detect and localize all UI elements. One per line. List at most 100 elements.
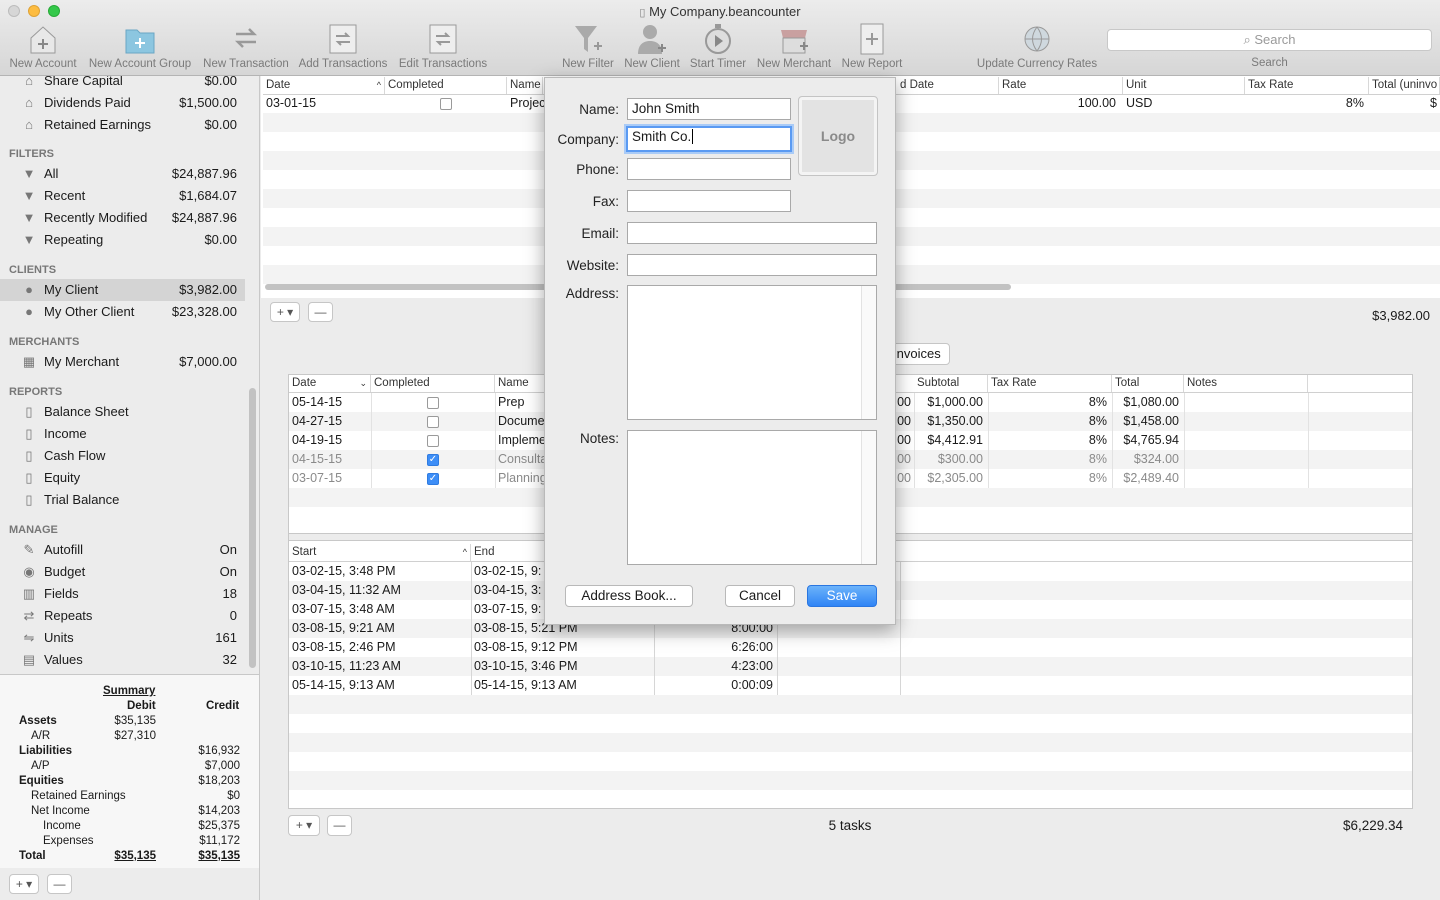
search-field[interactable]: ⌕ Search xyxy=(1107,29,1432,51)
col-task-total[interactable]: Total xyxy=(1112,375,1184,392)
start-timer-button[interactable]: Start Timer xyxy=(686,22,750,70)
summary-label: Total xyxy=(19,850,46,862)
notes-textarea[interactable] xyxy=(627,430,877,565)
cell-name: Impleme xyxy=(498,433,545,447)
completed-checkbox[interactable] xyxy=(440,98,452,110)
summary-credit: $25,375 xyxy=(198,820,240,832)
repeats-icon: ⇄ xyxy=(23,608,35,623)
add-transactions-button[interactable]: Add Transactions xyxy=(296,22,390,70)
summary-credit: $14,203 xyxy=(198,805,240,817)
new-merchant-button[interactable]: New Merchant xyxy=(754,22,834,70)
address-label: Address: xyxy=(565,286,619,301)
sidebar-item-values[interactable]: ▤ Values 32 xyxy=(0,649,245,671)
cancel-button[interactable]: Cancel xyxy=(725,585,795,607)
col-unit[interactable]: Unit xyxy=(1123,77,1245,94)
summary-label: Retained Earnings xyxy=(31,790,126,802)
completed-checkbox[interactable] xyxy=(427,397,439,409)
sidebar-item-autofill[interactable]: ✎ Autofill On xyxy=(0,539,245,561)
address-book-button[interactable]: Address Book... xyxy=(565,585,693,607)
col-total-uninvoiced[interactable]: Total (uninvo xyxy=(1369,77,1440,94)
sidebar-item-recent[interactable]: ▼ Recent $1,684.07 xyxy=(0,185,245,207)
cell-tax-rate: 8% xyxy=(1088,452,1107,466)
logo-well[interactable]: Logo xyxy=(798,96,878,176)
address-textarea[interactable] xyxy=(627,285,877,420)
completed-checkbox[interactable] xyxy=(427,435,439,447)
sidebar-item-repeating[interactable]: ▼ Repeating $0.00 xyxy=(0,229,245,251)
summary-credit: $35,135 xyxy=(198,850,240,862)
sidebar-item-repeats[interactable]: ⇄ Repeats 0 xyxy=(0,605,245,627)
col-subtotal[interactable]: Subtotal xyxy=(914,375,988,392)
new-account-group-button[interactable]: New Account Group xyxy=(86,22,194,70)
sidebar-item-equity[interactable]: ▯ Equity xyxy=(0,467,245,489)
sidebar-item-my-client[interactable]: ● My Client $3,982.00 xyxy=(0,279,245,301)
sidebar-item-fields[interactable]: ▥ Fields 18 xyxy=(0,583,245,605)
notes-label: Notes: xyxy=(579,431,619,446)
new-transaction-button[interactable]: New Transaction xyxy=(200,22,292,70)
name-field[interactable]: John Smith xyxy=(627,98,791,120)
add-item-button[interactable]: + ▾ xyxy=(9,874,39,894)
reports-header: REPORTS xyxy=(9,386,63,398)
add-transactions-icon xyxy=(329,24,357,54)
company-field[interactable]: Smith Co. xyxy=(626,126,792,152)
col-tax-rate[interactable]: Tax Rate xyxy=(1245,77,1369,94)
col-task-completed[interactable]: Completed xyxy=(371,375,495,392)
completed-checkbox[interactable]: ✓ xyxy=(427,473,439,485)
sidebar-scrollbar[interactable] xyxy=(249,388,256,668)
new-report-button[interactable]: New Report xyxy=(838,22,906,70)
sidebar-item-my-merchant[interactable]: ▦ My Merchant $7,000.00 xyxy=(0,351,245,373)
sidebar-item-recently-modified[interactable]: ▼ Recently Modified $24,887.96 xyxy=(0,207,245,229)
sidebar-item-all[interactable]: ▼ All $24,887.96 xyxy=(0,163,245,185)
add-task-button[interactable]: + ▾ xyxy=(288,815,320,836)
completed-checkbox[interactable]: ✓ xyxy=(427,454,439,466)
cell-start: 03-08-15, 2:46 PM xyxy=(292,640,396,654)
filter-icon: ▼ xyxy=(22,210,36,225)
col-notes[interactable]: Notes xyxy=(1184,375,1308,392)
sidebar-item-share-capital[interactable]: ⌂ Share Capital $0.00 xyxy=(0,76,245,92)
new-account-button[interactable]: New Account xyxy=(8,22,78,70)
cell-start: 05-14-15, 9:13 AM xyxy=(292,678,395,692)
phone-field[interactable] xyxy=(627,158,791,180)
col-start[interactable]: Start ^ xyxy=(289,544,471,561)
col-completed[interactable]: Completed xyxy=(385,77,507,94)
col-task-date[interactable]: Date ⌄ xyxy=(289,375,371,392)
globe-icon xyxy=(1024,26,1050,52)
cell-start: 03-10-15, 11:23 AM xyxy=(292,659,401,673)
sidebar-item-units[interactable]: ⇋ Units 161 xyxy=(0,627,245,649)
website-field[interactable] xyxy=(627,254,877,276)
new-filter-button[interactable]: New Filter xyxy=(558,22,618,70)
cell-total: $4,765.94 xyxy=(1123,433,1179,447)
sidebar-item-my-other-client[interactable]: ● My Other Client $23,328.00 xyxy=(0,301,245,323)
sidebar-item-trial-balance[interactable]: ▯ Trial Balance xyxy=(0,489,245,511)
sidebar-item-dividends-paid[interactable]: ⌂ Dividends Paid $1,500.00 xyxy=(0,92,245,114)
remove-task-button[interactable]: — xyxy=(327,815,352,836)
cell-duration: 0:00:09 xyxy=(731,678,773,692)
chevron-down-icon: ⌄ xyxy=(359,378,367,388)
summary-title: Summary xyxy=(103,685,156,697)
email-field[interactable] xyxy=(627,222,877,244)
sidebar-item-retained-earnings[interactable]: ⌂ Retained Earnings $0.00 xyxy=(0,114,245,136)
edit-transactions-button[interactable]: Edit Transactions xyxy=(396,22,490,70)
save-button[interactable]: Save xyxy=(807,585,877,607)
col-rate[interactable]: Rate xyxy=(999,77,1123,94)
col-task-tax-rate[interactable]: Tax Rate xyxy=(988,375,1112,392)
sidebar-item-income[interactable]: ▯ Income xyxy=(0,423,245,445)
report-icon: ▯ xyxy=(25,470,33,485)
add-transaction-button[interactable]: + ▾ xyxy=(270,302,300,322)
col-date[interactable]: Date ^ xyxy=(263,77,385,94)
summary-label: Liabilities xyxy=(19,745,73,757)
filters-header: FILTERS xyxy=(9,148,55,160)
new-client-button[interactable]: New Client xyxy=(621,22,683,70)
col-name[interactable]: Name xyxy=(507,77,543,94)
sidebar-item-balance-sheet[interactable]: ▯ Balance Sheet xyxy=(0,401,245,423)
completed-checkbox[interactable] xyxy=(427,416,439,428)
remove-item-button[interactable]: — xyxy=(47,874,72,894)
cell-subtotal: $2,305.00 xyxy=(927,471,983,485)
sidebar-item-cash-flow[interactable]: ▯ Cash Flow xyxy=(0,445,245,467)
sidebar-item-budget[interactable]: ◉ Budget On xyxy=(0,561,245,583)
fax-field[interactable] xyxy=(627,190,791,212)
col-due-date[interactable]: d Date xyxy=(897,77,999,94)
remove-transaction-button[interactable]: — xyxy=(308,302,333,322)
budget-icon: ◉ xyxy=(23,564,35,579)
col-task-name[interactable]: Name xyxy=(495,375,545,392)
update-currency-rates-button[interactable]: Update Currency Rates xyxy=(972,22,1102,70)
